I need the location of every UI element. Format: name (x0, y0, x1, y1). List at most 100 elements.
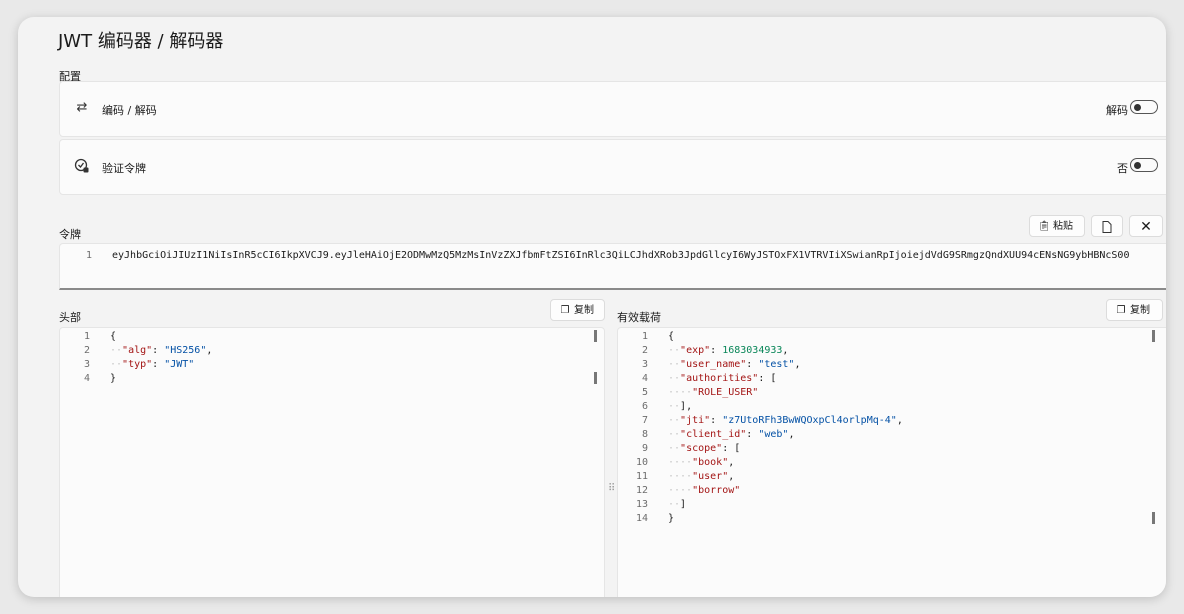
header-editor[interactable]: 1{2 ··"alg": "HS256", 3 ··"typ": "JWT" 4} (59, 327, 605, 597)
code-content: ····"borrow" (668, 484, 740, 498)
indent-guide: ·· (668, 373, 681, 384)
code-token: 1683034933 (722, 345, 783, 356)
close-icon: ✕ (1140, 219, 1152, 235)
copy-payload-button[interactable]: ❐ 复制 (1106, 299, 1163, 321)
code-token: "typ" (122, 359, 153, 370)
indent-guide: ·· (668, 401, 681, 412)
code-token: : [ (722, 443, 741, 454)
indent-guide: ···· (668, 471, 693, 482)
code-token: "HS256" (164, 345, 207, 356)
code-token: : (152, 359, 165, 370)
clipboard-icon: 📋︎ (1038, 221, 1051, 232)
indent-guide: ·· (668, 443, 681, 454)
indent-guide: ···· (668, 457, 693, 468)
code-token: : (152, 345, 165, 356)
code-token: ], (680, 401, 693, 412)
code-token: "alg" (122, 345, 153, 356)
code-token: "ROLE_USER" (692, 387, 759, 398)
payload-editor[interactable]: 1{2 ··"exp": 1683034933, 3 ··"user_name": "… (617, 327, 1166, 597)
line-number: 7 (641, 415, 648, 426)
indent-guide: ·· (110, 359, 123, 370)
code-content: ··"client_id": "web", (668, 428, 794, 442)
copy-icon: ❐ (1116, 305, 1126, 316)
arrows-swap-icon: ⇄ (76, 100, 88, 115)
code-token: "book" (692, 457, 729, 468)
code-token: , (728, 457, 735, 468)
line-number: 6 (641, 401, 648, 412)
indent-guide: ···· (668, 485, 693, 496)
verify-token-toggle[interactable] (1130, 158, 1158, 172)
scroll-marker (594, 372, 597, 384)
line-number: 1 (641, 331, 648, 342)
code-content: ··"authorities": [ (668, 372, 776, 386)
paste-button[interactable]: 📋︎ 粘贴 (1029, 215, 1085, 237)
page-title: JWT 编码器 / 解码器 (58, 31, 224, 52)
line-number: 12 (635, 485, 648, 496)
file-icon (1102, 221, 1112, 233)
code-content: { (668, 330, 674, 344)
code-token: : (746, 429, 759, 440)
verify-token-label: 验证令牌 (102, 162, 146, 175)
token-section-label: 令牌 (59, 228, 81, 241)
check-badge-svg (74, 158, 89, 173)
encode-decode-setting: ⇄ 编码 / 解码 解码 (59, 81, 1166, 137)
open-file-button[interactable] (1091, 215, 1123, 237)
indent-guide: ·· (668, 429, 681, 440)
code-content: } (668, 512, 674, 526)
check-badge-icon (74, 158, 90, 174)
encode-decode-toggle[interactable] (1130, 100, 1158, 114)
toggle-knob (1134, 103, 1141, 111)
token-input[interactable]: 1 eyJhbGciOiJIUzI1NiIsInR5cCI6IkpXVCJ9.e… (59, 243, 1166, 290)
code-content: ····"user", (668, 470, 734, 484)
code-content: ··"exp": 1683034933, (668, 344, 788, 358)
code-token: "jti" (680, 415, 711, 426)
code-content: } (110, 372, 116, 386)
code-token: : (710, 415, 723, 426)
code-token: "exp" (680, 345, 711, 356)
token-text: eyJhbGciOiJIUzI1NiIsInR5cCI6IkpXVCJ9.eyJ… (112, 250, 1130, 261)
clear-button[interactable]: ✕ (1129, 215, 1163, 237)
code-token: : (710, 345, 723, 356)
scroll-marker (1152, 512, 1155, 524)
code-token: "z7UtoRFh3BwWQOxpCl4orlpMq-4" (722, 415, 897, 426)
code-token: { (110, 331, 117, 342)
code-token: , (788, 429, 795, 440)
code-token: } (668, 513, 675, 524)
line-number: 9 (641, 443, 648, 454)
indent-guide: ·· (668, 345, 681, 356)
line-number: 4 (83, 373, 90, 384)
payload-section-label: 有效载荷 (617, 311, 661, 324)
line-number: 3 (83, 359, 90, 370)
line-number: 4 (641, 373, 648, 384)
copy-payload-label: 复制 (1130, 305, 1150, 316)
code-token: } (110, 373, 117, 384)
copy-header-label: 复制 (574, 305, 594, 316)
code-token: "client_id" (680, 429, 747, 440)
line-number: 1 (83, 331, 90, 342)
indent-guide: ·· (110, 345, 123, 356)
line-number: 3 (641, 359, 648, 370)
code-token: "borrow" (692, 485, 741, 496)
toggle-knob (1134, 161, 1141, 169)
code-token: "authorities" (680, 373, 759, 384)
code-token: , (782, 345, 789, 356)
code-token: "JWT" (164, 359, 195, 370)
verify-token-setting: 验证令牌 否 (59, 139, 1166, 195)
indent-guide: ···· (668, 387, 693, 398)
code-token: "web" (758, 429, 789, 440)
code-content: ····"ROLE_USER" (668, 386, 758, 400)
code-content: ····"book", (668, 456, 734, 470)
code-content: ··"user_name": "test", (668, 358, 800, 372)
code-token: "user_name" (680, 359, 747, 370)
code-token: ] (680, 499, 687, 510)
header-section-label: 头部 (59, 311, 81, 324)
indent-guide: ·· (668, 359, 681, 370)
app-window: JWT 编码器 / 解码器 配置 ⇄ 编码 / 解码 解码 验证令牌 否 令牌 … (18, 17, 1166, 597)
code-content: ··], (668, 400, 692, 414)
code-content: { (110, 330, 116, 344)
paste-label: 粘贴 (1053, 221, 1073, 232)
copy-header-button[interactable]: ❐ 复制 (550, 299, 605, 321)
pane-splitter-handle[interactable]: ⠿ (608, 483, 615, 494)
code-content: ··"jti": "z7UtoRFh3BwWQOxpCl4orlpMq-4", (668, 414, 903, 428)
verify-token-state: 否 (1117, 162, 1128, 175)
